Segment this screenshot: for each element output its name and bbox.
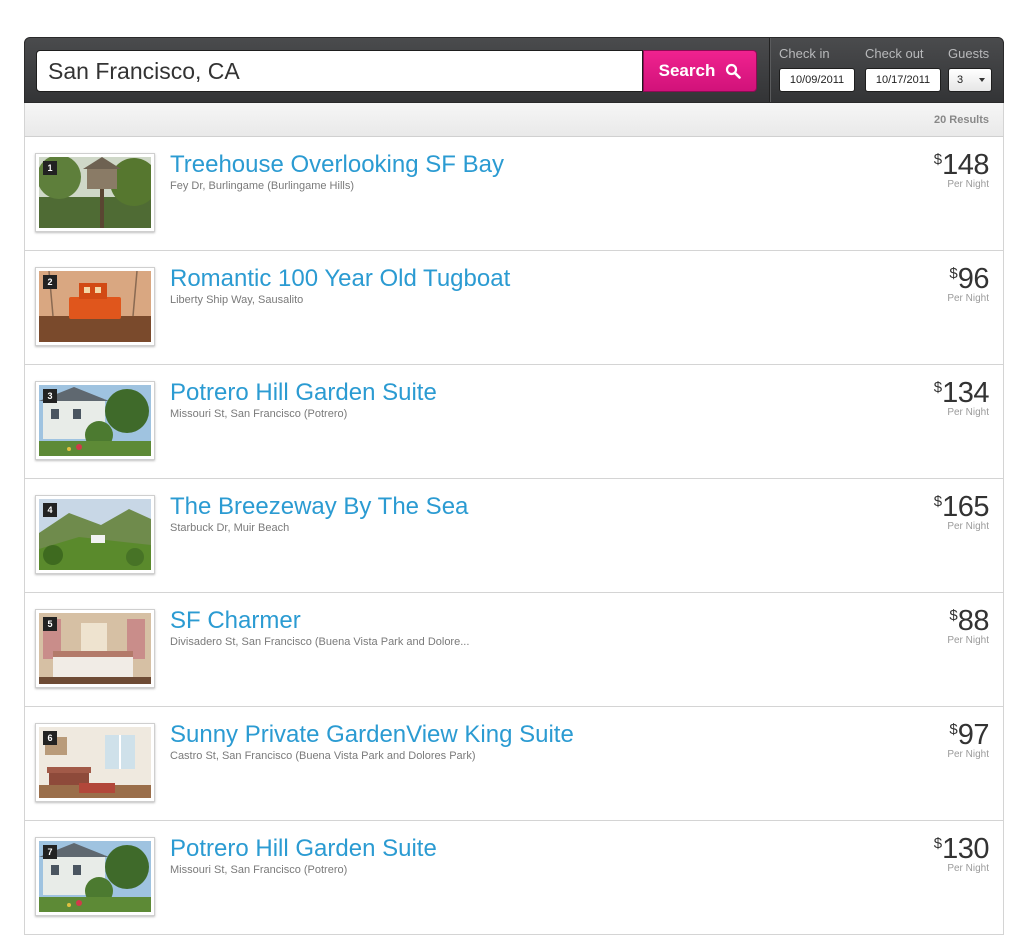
listing-thumbnail[interactable]: 7 bbox=[35, 837, 155, 916]
search-divider bbox=[769, 38, 770, 102]
chevron-down-icon bbox=[979, 78, 985, 82]
search-bar: Search Check in 10/09/2011 Check out 10/… bbox=[24, 37, 1004, 103]
listing-address: Fey Dr, Burlingame (Burlingame Hills) bbox=[170, 180, 354, 192]
checkin-group: Check in 10/09/2011 bbox=[779, 46, 855, 92]
listing-address: Starbuck Dr, Muir Beach bbox=[170, 522, 290, 534]
checkout-group: Check out 10/17/2011 bbox=[865, 46, 941, 92]
listing-address: Missouri St, San Francisco (Potrero) bbox=[170, 864, 348, 876]
search-button[interactable]: Search bbox=[643, 50, 757, 92]
listing-number: 1 bbox=[43, 161, 57, 175]
listing-number: 5 bbox=[43, 617, 57, 631]
guests-value: 3 bbox=[957, 74, 964, 86]
listing-thumbnail[interactable]: 3 bbox=[35, 381, 155, 460]
bedroom-photo: 5 bbox=[39, 613, 151, 684]
hillside-photo: 4 bbox=[39, 499, 151, 570]
guests-select[interactable]: 3 bbox=[948, 68, 992, 92]
listing-thumbnail[interactable]: 5 bbox=[35, 609, 155, 688]
listing-thumbnail[interactable]: 6 bbox=[35, 723, 155, 802]
currency-symbol: $ bbox=[933, 379, 943, 396]
per-night-label: Per Night bbox=[947, 749, 989, 760]
results-list: 1 Treehouse Overlooking SF Bay Fey Dr, B… bbox=[24, 137, 1004, 935]
price-amount: 165 bbox=[942, 491, 989, 523]
listing-thumbnail[interactable]: 2 bbox=[35, 267, 155, 346]
listing-row[interactable]: 4 The Breezeway By The Sea Starbuck Dr, … bbox=[25, 479, 1003, 593]
listing-price: $165 Per Night bbox=[933, 491, 990, 532]
listing-row[interactable]: 3 Potrero Hill Garden Suite Missouri St,… bbox=[25, 365, 1003, 479]
listing-price: $96 Per Night bbox=[947, 263, 989, 304]
results-count-bar: 20 Results bbox=[24, 103, 1004, 137]
currency-symbol: $ bbox=[933, 835, 943, 852]
app: Search Check in 10/09/2011 Check out 10/… bbox=[24, 37, 1004, 935]
checkout-input[interactable]: 10/17/2011 bbox=[865, 68, 941, 92]
listing-title[interactable]: The Breezeway By The Sea bbox=[170, 493, 468, 521]
listing-address: Liberty Ship Way, Sausalito bbox=[170, 294, 304, 306]
listing-price: $130 Per Night bbox=[933, 833, 990, 874]
garden-house-photo: 3 bbox=[39, 385, 151, 456]
listing-title[interactable]: Potrero Hill Garden Suite bbox=[170, 379, 437, 407]
listing-price: $88 Per Night bbox=[947, 605, 989, 646]
listing-price: $97 Per Night bbox=[947, 719, 989, 760]
price-amount: 97 bbox=[957, 719, 990, 751]
treehouse-photo: 1 bbox=[39, 157, 151, 228]
results-count: 20 Results bbox=[933, 114, 989, 126]
listing-address: Castro St, San Francisco (Buena Vista Pa… bbox=[170, 750, 476, 762]
listing-address: Divisadero St, San Francisco (Buena Vist… bbox=[170, 636, 470, 648]
listing-row[interactable]: 2 Romantic 100 Year Old Tugboat Liberty … bbox=[25, 251, 1003, 365]
listing-title[interactable]: Potrero Hill Garden Suite bbox=[170, 835, 437, 863]
listing-price: $148 Per Night bbox=[933, 149, 990, 190]
price-amount: 148 bbox=[942, 149, 989, 181]
tugboat-photo: 2 bbox=[39, 271, 151, 342]
currency-symbol: $ bbox=[933, 493, 943, 510]
price-amount: 96 bbox=[957, 263, 990, 295]
living-room-photo: 6 bbox=[39, 727, 151, 798]
listing-row[interactable]: 5 SF Charmer Divisadero St, San Francisc… bbox=[25, 593, 1003, 707]
listing-row[interactable]: 6 Sunny Private GardenView King Suite Ca… bbox=[25, 707, 1003, 821]
currency-symbol: $ bbox=[949, 265, 958, 282]
listing-row[interactable]: 7 Potrero Hill Garden Suite Missouri St,… bbox=[25, 821, 1003, 935]
listing-number: 7 bbox=[43, 845, 57, 859]
listing-title[interactable]: Romantic 100 Year Old Tugboat bbox=[170, 265, 510, 293]
per-night-label: Per Night bbox=[947, 293, 989, 304]
guests-group: Guests 3 bbox=[948, 46, 992, 92]
search-icon bbox=[726, 63, 742, 79]
listing-title[interactable]: Sunny Private GardenView King Suite bbox=[170, 721, 574, 749]
listing-thumbnail[interactable]: 4 bbox=[35, 495, 155, 574]
checkout-label: Check out bbox=[865, 46, 924, 61]
search-button-label: Search bbox=[658, 61, 716, 80]
location-input[interactable] bbox=[36, 50, 643, 92]
checkin-input[interactable]: 10/09/2011 bbox=[779, 68, 855, 92]
listing-number: 3 bbox=[43, 389, 57, 403]
listing-number: 2 bbox=[43, 275, 57, 289]
per-night-label: Per Night bbox=[947, 635, 989, 646]
listing-number: 6 bbox=[43, 731, 57, 745]
garden-house-photo: 7 bbox=[39, 841, 151, 912]
price-amount: 88 bbox=[957, 605, 990, 637]
price-amount: 130 bbox=[942, 833, 989, 865]
listing-number: 4 bbox=[43, 503, 57, 517]
currency-symbol: $ bbox=[949, 607, 958, 624]
currency-symbol: $ bbox=[949, 721, 958, 738]
listing-address: Missouri St, San Francisco (Potrero) bbox=[170, 408, 348, 420]
listing-row[interactable]: 1 Treehouse Overlooking SF Bay Fey Dr, B… bbox=[25, 137, 1003, 251]
checkin-label: Check in bbox=[779, 46, 830, 61]
listing-thumbnail[interactable]: 1 bbox=[35, 153, 155, 232]
listing-title[interactable]: SF Charmer bbox=[170, 607, 301, 635]
price-amount: 134 bbox=[942, 377, 989, 409]
listing-title[interactable]: Treehouse Overlooking SF Bay bbox=[170, 151, 504, 179]
listing-price: $134 Per Night bbox=[933, 377, 990, 418]
guests-label: Guests bbox=[948, 46, 990, 61]
currency-symbol: $ bbox=[933, 151, 943, 168]
